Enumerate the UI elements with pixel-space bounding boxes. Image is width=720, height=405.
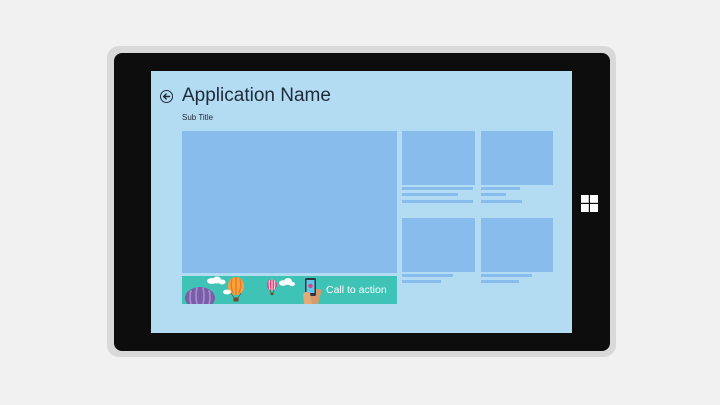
call-to-action-label: Call to action [326, 284, 387, 296]
content-tile-2[interactable] [481, 131, 553, 185]
page-subtitle: Sub Title [182, 113, 214, 122]
tile-3-caption-line [402, 280, 441, 283]
app-screen: Application Name Sub Title Call to actio… [151, 71, 572, 333]
call-to-action-banner[interactable]: Call to action [182, 276, 397, 304]
tile-1-caption-line [402, 200, 473, 203]
page-title: Application Name [182, 85, 331, 106]
tile-2-caption-line [481, 193, 506, 196]
tile-4-caption-line [481, 280, 519, 283]
content-tile-4[interactable] [481, 218, 553, 272]
tile-2-caption-line [481, 200, 522, 203]
tile-3-caption-line [402, 274, 453, 277]
content-tile-1[interactable] [402, 131, 475, 185]
hero-tile[interactable] [182, 131, 397, 273]
content-tile-3[interactable] [402, 218, 475, 272]
back-button[interactable] [160, 90, 173, 103]
back-arrow-icon [162, 93, 171, 100]
windows-logo-icon[interactable] [581, 195, 598, 212]
tile-1-caption-line [402, 193, 458, 196]
tile-1-caption-line [402, 187, 473, 190]
tile-4-caption-line [481, 274, 532, 277]
tile-2-caption-line [481, 187, 520, 190]
